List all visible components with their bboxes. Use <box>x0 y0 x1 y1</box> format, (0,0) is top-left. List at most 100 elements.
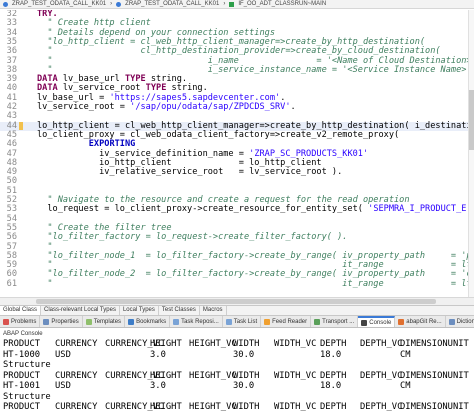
view-tab-icon <box>128 318 135 325</box>
console-cell: CURRENCY <box>55 339 98 349</box>
view-tab-label: Dictionary ... <box>456 318 474 325</box>
breadcrumb-item[interactable]: ZRAP_TEST_ODATA_CALL_KK01 <box>125 1 219 7</box>
view-tab-icon <box>314 318 321 325</box>
view-tab-icon <box>85 318 92 325</box>
view-tab[interactable]: Console <box>358 316 396 327</box>
class-icon <box>116 1 122 7</box>
view-tab[interactable]: Dictionary ... <box>446 316 474 327</box>
console-cell: CURRENCY <box>55 402 98 412</box>
console-cell: HEIGHT_VC <box>189 402 237 412</box>
view-tab[interactable]: Transport ... <box>311 316 359 327</box>
console-row: Structure <box>3 392 473 403</box>
code-editor[interactable]: 32 TRY. 33 " Create http client 34 " Detail… <box>0 10 474 315</box>
view-tab-label: Transport ... <box>322 318 355 325</box>
breadcrumb-item[interactable]: IF_OO_ADT_CLASSRUN~MAIN <box>238 1 326 7</box>
code-line[interactable]: 50 <box>0 177 474 187</box>
tab-class-relevant-local-types[interactable]: Class-relevant Local Types <box>41 306 120 315</box>
view-tab-label: abapGit Re... <box>406 318 442 325</box>
view-tab-icon <box>43 318 50 325</box>
console-cell: PRODUCT <box>3 402 41 412</box>
chevron-right-icon: › <box>223 1 226 7</box>
view-tab-label: Task List <box>233 318 258 325</box>
console-cell: 30.0 <box>233 349 255 360</box>
view-tab-icon <box>225 318 232 325</box>
console-output: PRODUCT CURRENCY CURRENCY_VC HEIGHT HEIGHT_V… <box>0 339 474 416</box>
view-tab-icon <box>361 319 368 326</box>
breadcrumb: ZRAP_TEST_ODATA_CALL_KK01 › ZRAP_TEST_OD… <box>0 0 474 9</box>
code-line[interactable]: 53 lo_request = lo_client_proxy->create_… <box>0 204 474 215</box>
vertical-scrollbar[interactable] <box>468 10 474 315</box>
code-line[interactable]: 42 lv_service_root = '/sap/opu/odata/sap/… <box>0 102 474 112</box>
console-cell: DEPTH_VC <box>360 339 403 349</box>
line-number: 61 <box>6 278 17 289</box>
console-cell: HEIGHT_VC <box>189 339 237 349</box>
console-cell: CM <box>400 381 411 391</box>
console-cell: HT-1000 <box>3 349 41 360</box>
console-cell: 30.0 <box>233 381 255 391</box>
view-tab[interactable]: Feed Reader <box>261 316 312 327</box>
view-tab[interactable]: Task Reposi... <box>170 316 223 327</box>
console-cell: HEIGHT <box>150 339 182 349</box>
console-row: PRODUCT CURRENCY CURRENCY_VC HEIGHT HEIGHT_V… <box>3 402 473 413</box>
code-text: lo_request = lo_client_proxy->create_res… <box>37 204 472 215</box>
view-tab[interactable]: Templates <box>83 316 126 327</box>
tab-macros[interactable]: Macros <box>200 306 227 315</box>
view-tab-icon <box>448 318 455 325</box>
view-tab-label: Task Reposi... <box>181 318 219 325</box>
view-tab-label: Problems <box>11 318 37 325</box>
view-tab-label: Bookmarks <box>136 318 167 325</box>
horizontal-scrollbar[interactable] <box>0 297 474 305</box>
console-cell: Structure <box>3 360 51 370</box>
scrollbar-thumb[interactable] <box>469 90 474 150</box>
view-tab[interactable]: Properties <box>40 316 83 327</box>
console-cell: DEPTH <box>320 402 347 412</box>
console-cell: USD <box>55 381 71 391</box>
info-marker-icon[interactable] <box>18 121 23 130</box>
view-tab-icon <box>264 318 271 325</box>
view-tab[interactable]: Task List <box>223 316 262 327</box>
console-cell: USD <box>55 349 71 360</box>
view-tab-icon <box>398 318 405 325</box>
console-cell: WIDTH <box>233 402 260 412</box>
class-icon <box>3 1 8 7</box>
console-title: ABAP Console <box>3 331 43 337</box>
console-row: HT-1001 USD 3.0 30.0 18.0 CM <box>3 381 473 392</box>
view-tab-label: Console <box>369 319 392 326</box>
view-tab[interactable]: Problems <box>0 316 41 327</box>
code-text: lv_service_root = '/sap/opu/odata/sap/ZP… <box>37 102 296 112</box>
console-cell: 18.0 <box>320 381 342 391</box>
view-tab[interactable]: abapGit Re... <box>395 316 446 327</box>
console-cell: 3.0 <box>150 349 166 360</box>
code-text: "lo_filter_factory = lo_request->create_… <box>37 232 348 243</box>
console-cell: Structure <box>3 391 51 402</box>
console-row: PRODUCT CURRENCY CURRENCY_VC HEIGHT HEIGHT_V… <box>3 339 473 350</box>
tab-global-class[interactable]: Global Class <box>0 306 42 315</box>
code-line[interactable]: 49 iv_relative_service_root = lv_service… <box>0 167 474 177</box>
breadcrumb-item[interactable]: ZRAP_TEST_ODATA_CALL_KK01 <box>12 1 106 7</box>
view-tabs: Problems Properties Templates Bookmarks Task… <box>0 316 474 328</box>
view-tab[interactable]: Bookmarks <box>125 316 171 327</box>
code-line[interactable]: 56 "lo_filter_factory = lo_request->crea… <box>0 232 474 243</box>
console-cell: DEPTH_VC <box>360 402 403 412</box>
console-cell: DEPTH_VC <box>360 370 403 381</box>
console-cell: WIDTH_VC <box>274 402 317 412</box>
view-tab-icon <box>173 318 180 325</box>
console-cell: DIMENSIONUNIT <box>400 402 469 412</box>
code-text: " it_range = lt_range_pr <box>37 278 474 289</box>
tab-local-types[interactable]: Local Types <box>120 306 159 315</box>
tab-test-classes[interactable]: Test Classes <box>159 306 200 315</box>
scrollbar-thumb[interactable] <box>36 299 436 304</box>
view-tab-label: Templates <box>93 318 122 325</box>
console-cell: 18.0 <box>320 349 342 360</box>
chevron-right-icon: › <box>110 1 113 7</box>
console-row: HT-1000 USD 3.0 30.0 18.0 CM <box>3 350 473 361</box>
console-cell: 3.0 <box>150 381 166 391</box>
code-line[interactable]: 61 " it_range = lt_range_pr <box>0 278 474 289</box>
console-cell: CM <box>400 349 411 360</box>
console-cell: WIDTH <box>233 339 260 349</box>
editor-subtabs: Global Class Class-relevant Local Types … <box>0 305 474 316</box>
console-cell: WIDTH_VC <box>274 339 317 349</box>
view-tab-label: Feed Reader <box>272 318 308 325</box>
console-cell: DEPTH <box>320 370 347 381</box>
console-cell: HEIGHT_VC <box>189 370 237 381</box>
